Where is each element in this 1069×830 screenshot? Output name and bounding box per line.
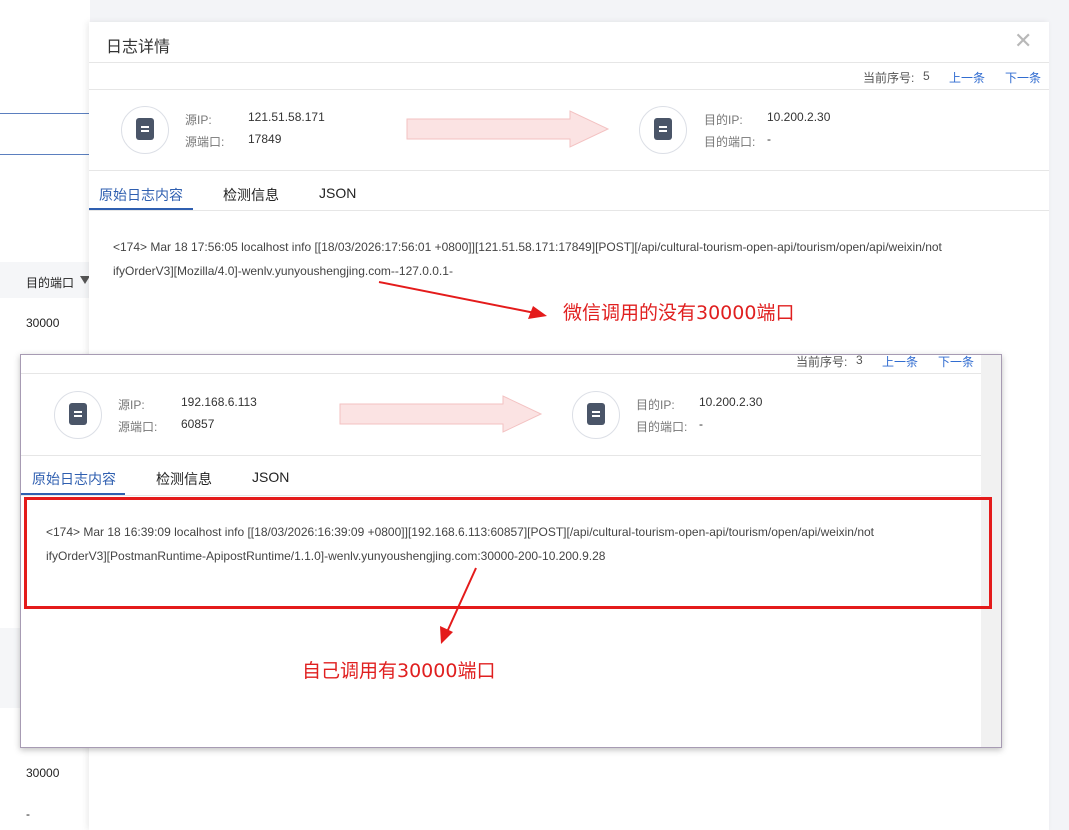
close-icon[interactable]: ✕ bbox=[1014, 30, 1032, 52]
seq-value: 3 bbox=[856, 354, 863, 367]
seq-label: 当前序号: bbox=[796, 355, 848, 369]
source-port-value: 60857 bbox=[181, 417, 215, 431]
source-ip-value: 192.168.6.113 bbox=[181, 395, 257, 409]
divider bbox=[89, 62, 1049, 63]
prev-button[interactable]: 上一条 bbox=[882, 355, 918, 370]
next-button[interactable]: 下一条 bbox=[1005, 69, 1041, 86]
seq-value: 5 bbox=[923, 69, 930, 83]
flow-arrow-icon bbox=[339, 395, 543, 433]
tab-detection-info[interactable]: 检测信息 bbox=[223, 185, 279, 205]
tab-raw-log[interactable]: 原始日志内容 bbox=[99, 185, 183, 205]
annotation-arrow bbox=[378, 281, 547, 319]
dest-ip-label: 目的IP: bbox=[636, 398, 675, 412]
log-line: ifyOrderV3][Mozilla/4.0]-wenlv.yunyoushe… bbox=[113, 264, 453, 278]
dest-port-label: 目的端口: bbox=[636, 420, 688, 434]
flow-arrow-icon bbox=[406, 110, 610, 148]
tab-json[interactable]: JSON bbox=[319, 185, 356, 201]
divider bbox=[21, 373, 981, 374]
background-col-header: 目的端口 bbox=[26, 276, 75, 290]
dest-port-label: 目的端口: bbox=[704, 135, 756, 149]
divider bbox=[89, 210, 1049, 211]
highlight-box bbox=[24, 497, 992, 609]
next-button[interactable]: 下一条 bbox=[938, 355, 974, 370]
annotation-arrow bbox=[440, 567, 477, 644]
server-icon bbox=[654, 118, 672, 140]
tab-raw-log[interactable]: 原始日志内容 bbox=[32, 469, 116, 489]
dest-ip-label: 目的IP: bbox=[704, 113, 743, 127]
dest-port-value: - bbox=[699, 417, 703, 431]
source-ip-label: 源IP: bbox=[185, 113, 212, 127]
divider bbox=[21, 455, 981, 456]
raw-log-content: <174> Mar 18 17:56:05 localhost info [[1… bbox=[113, 235, 1033, 283]
tab-json[interactable]: JSON bbox=[252, 469, 289, 485]
background-input-line bbox=[0, 113, 90, 114]
source-ip-value: 121.51.58.171 bbox=[248, 110, 325, 124]
source-port-label: 源端口: bbox=[118, 420, 158, 434]
background-input-line bbox=[0, 154, 90, 155]
drawer-title: 日志详情 bbox=[106, 39, 171, 56]
source-port-label: 源端口: bbox=[185, 135, 225, 149]
background-row bbox=[0, 628, 20, 708]
annotation-text: 微信调用的没有30000端口 bbox=[563, 302, 795, 324]
dest-ip-value: 10.200.2.30 bbox=[767, 110, 831, 124]
source-ip-label: 源IP: bbox=[118, 398, 145, 412]
server-icon bbox=[69, 403, 87, 425]
server-icon bbox=[136, 118, 154, 140]
tab-detection-info[interactable]: 检测信息 bbox=[156, 469, 212, 489]
background-cell: 30000 bbox=[26, 316, 60, 330]
divider bbox=[89, 170, 1049, 171]
background-cell: - bbox=[26, 807, 30, 821]
dest-port-value: - bbox=[767, 132, 771, 146]
background-cell: 30000 bbox=[26, 766, 60, 780]
dest-ip-value: 10.200.2.30 bbox=[699, 395, 763, 409]
prev-button[interactable]: 上一条 bbox=[949, 69, 985, 86]
source-server-badge bbox=[121, 106, 169, 154]
source-port-value: 17849 bbox=[248, 132, 282, 146]
divider bbox=[89, 89, 1049, 90]
dest-server-badge bbox=[639, 106, 687, 154]
divider bbox=[21, 495, 981, 496]
server-icon bbox=[587, 403, 605, 425]
annotation-text: 自己调用有30000端口 bbox=[302, 660, 496, 682]
dest-server-badge bbox=[572, 391, 620, 439]
log-line: <174> Mar 18 17:56:05 localhost info [[1… bbox=[113, 240, 942, 254]
source-server-badge bbox=[54, 391, 102, 439]
seq-label: 当前序号: bbox=[863, 71, 915, 85]
